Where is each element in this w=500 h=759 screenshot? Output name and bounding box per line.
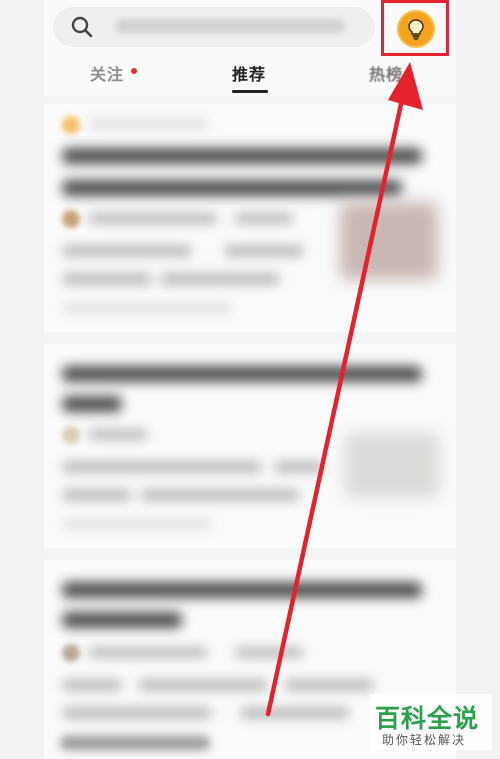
thumbnail-image xyxy=(340,202,438,280)
tab-follow[interactable]: 关注 xyxy=(90,61,124,85)
card-title-blurred xyxy=(62,366,422,382)
summary-blurred xyxy=(62,490,132,500)
card-title-blurred xyxy=(62,148,422,164)
watermark-subtitle: 助你轻松解决 xyxy=(382,733,467,747)
meta-blurred xyxy=(234,214,294,223)
card-title-blurred xyxy=(62,180,402,196)
summary-blurred xyxy=(62,462,262,472)
author-avatar xyxy=(62,644,80,662)
source-name-blurred xyxy=(88,120,208,128)
watermark: 百科全说 助你轻松解决 xyxy=(370,694,492,750)
feed-card[interactable] xyxy=(44,344,456,548)
summary-blurred xyxy=(62,708,212,718)
card-footer-blurred xyxy=(62,304,232,312)
card-title-blurred xyxy=(62,582,422,598)
bottom-text-blurred xyxy=(60,736,210,750)
author-avatar xyxy=(62,426,80,444)
card-title-blurred xyxy=(62,396,122,412)
summary-blurred xyxy=(284,680,374,690)
search-placeholder-blurred xyxy=(115,19,345,33)
author-name-blurred xyxy=(88,648,208,657)
search-icon xyxy=(71,16,93,38)
summary-blurred xyxy=(62,246,192,256)
thumbnail-image xyxy=(344,432,440,498)
source-avatar xyxy=(62,116,80,134)
summary-blurred xyxy=(160,274,280,284)
author-name-blurred xyxy=(88,430,148,439)
feed-card[interactable] xyxy=(44,104,456,332)
summary-blurred xyxy=(274,462,324,472)
highlight-box xyxy=(381,0,449,56)
summary-blurred xyxy=(224,246,304,256)
card-footer-blurred xyxy=(62,520,212,528)
summary-blurred xyxy=(138,680,268,690)
tab-recommend[interactable]: 推荐 xyxy=(232,61,266,85)
tab-hot[interactable]: 热榜 xyxy=(369,61,403,85)
author-name-blurred xyxy=(88,214,218,223)
card-title-blurred xyxy=(62,612,182,628)
meta-blurred xyxy=(234,648,304,657)
summary-blurred xyxy=(62,680,122,690)
summary-blurred xyxy=(240,708,350,718)
notification-dot xyxy=(131,68,137,74)
author-avatar xyxy=(62,210,80,228)
active-tab-indicator xyxy=(232,90,268,93)
search-bar[interactable] xyxy=(53,7,375,47)
summary-blurred xyxy=(140,490,300,500)
watermark-title: 百科全说 xyxy=(375,704,480,733)
summary-blurred xyxy=(62,274,152,284)
